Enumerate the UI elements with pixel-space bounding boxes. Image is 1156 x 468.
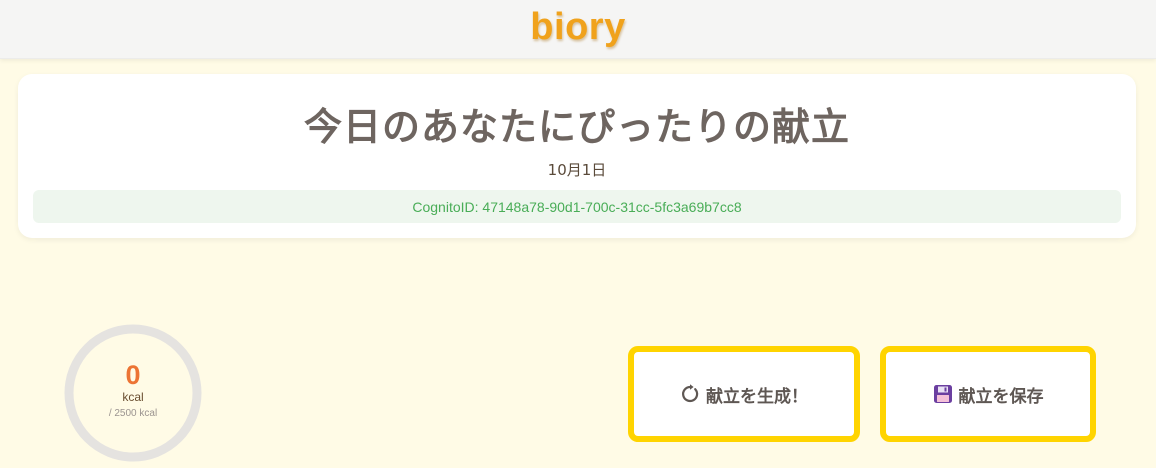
save-menu-button[interactable]: 献立を保存 bbox=[880, 346, 1096, 442]
cognito-id-banner: CognitoID: 47148a78-90d1-700c-31cc-5fc3a… bbox=[33, 190, 1121, 223]
cognito-id-text: CognitoID: 47148a78-90d1-700c-31cc-5fc3a… bbox=[412, 198, 742, 215]
floppy-disk-icon bbox=[933, 384, 953, 404]
calorie-goal: / 2500 kcal bbox=[108, 408, 158, 419]
page-title: 今日のあなたにぴったりの献立 bbox=[303, 105, 850, 149]
calorie-summary: 0 kcal / 2500 kcal bbox=[62, 322, 204, 464]
generate-menu-button[interactable]: 献立を生成！ bbox=[628, 346, 860, 442]
menu-date: 10月1日 bbox=[547, 161, 607, 179]
app-logo[interactable]: biory bbox=[530, 6, 625, 49]
save-menu-label: 献立を保存 bbox=[958, 386, 1044, 407]
calorie-unit: kcal bbox=[122, 390, 144, 404]
calorie-value: 0 bbox=[125, 360, 141, 390]
generate-menu-label: 献立を生成！ bbox=[706, 386, 808, 407]
top-header: biory bbox=[0, 0, 1156, 59]
menu-header-card: 今日のあなたにぴったりの献立 10月1日 CognitoID: 47148a78… bbox=[18, 74, 1136, 238]
refresh-icon bbox=[680, 384, 700, 404]
